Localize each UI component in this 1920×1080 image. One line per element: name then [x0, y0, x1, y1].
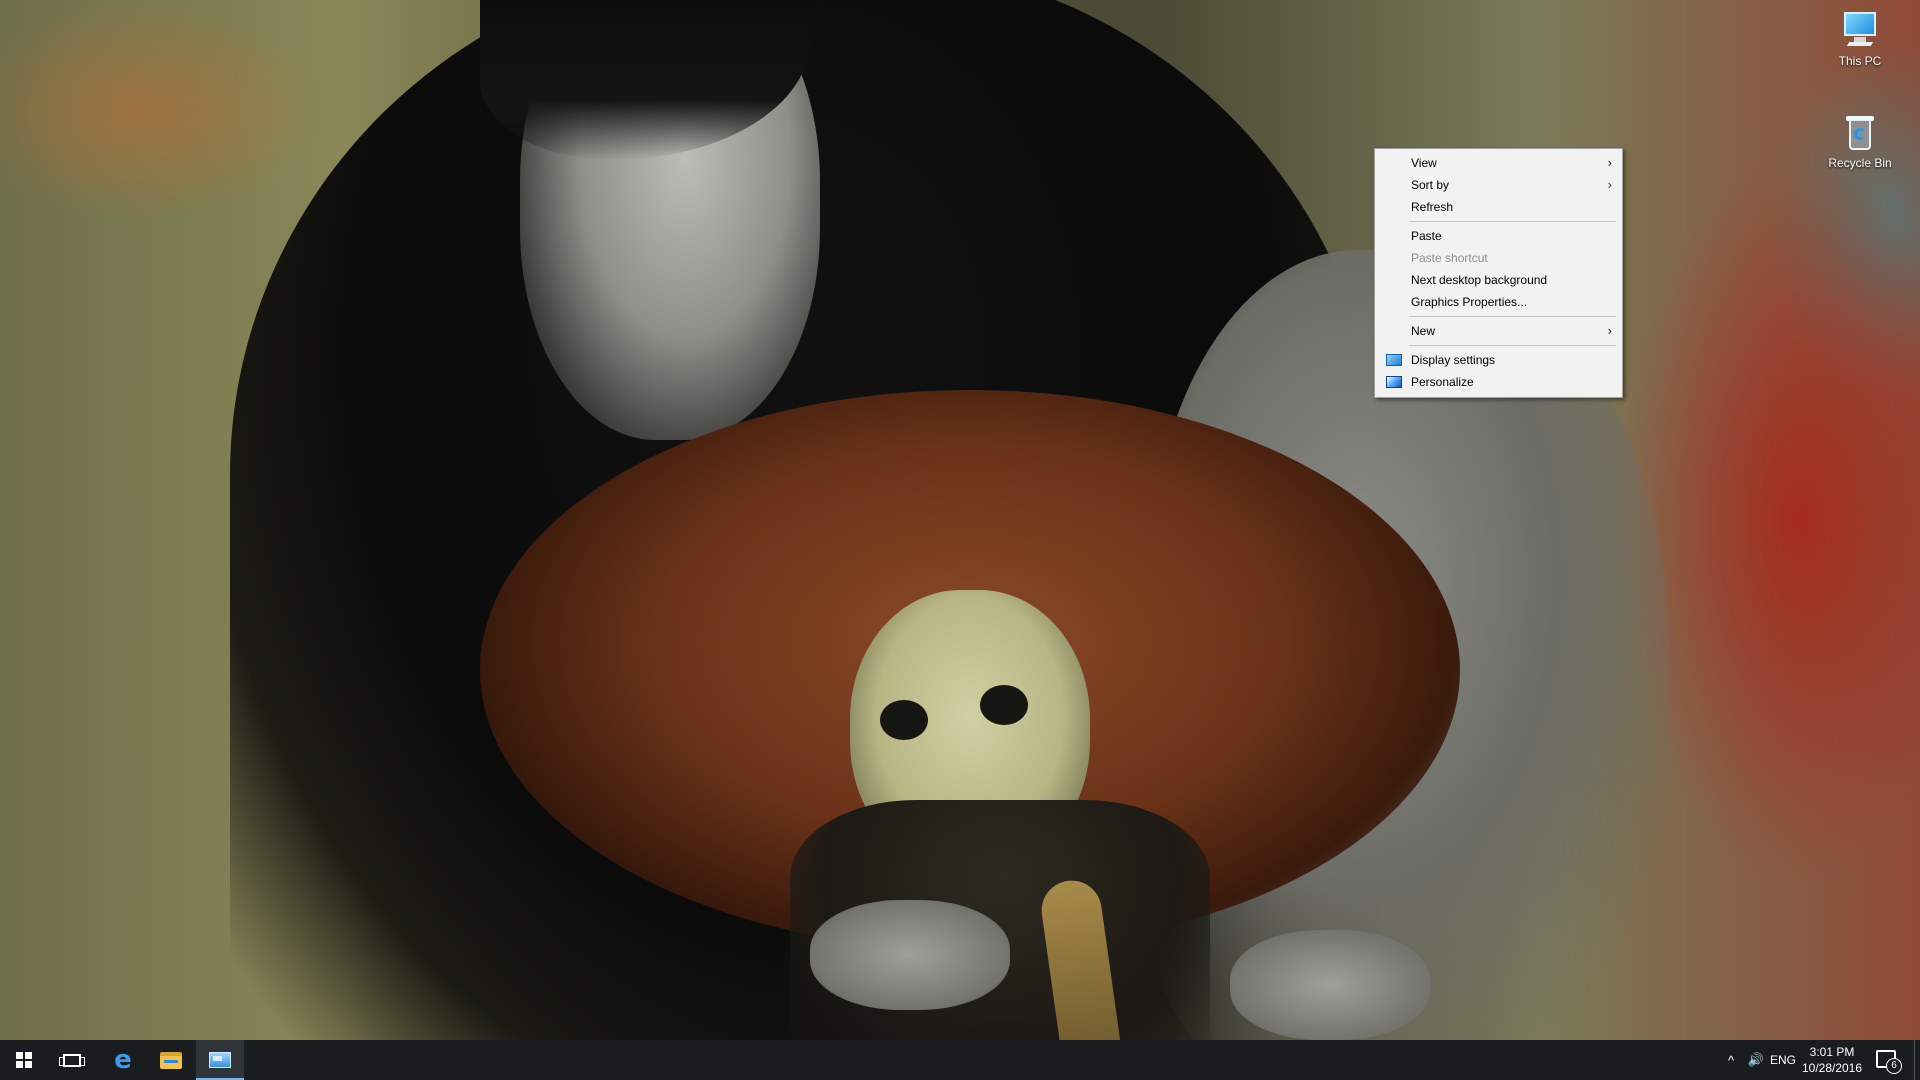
- menu-item-paste[interactable]: Paste: [1377, 225, 1620, 247]
- desktop-icon-this-pc[interactable]: This PC: [1823, 10, 1897, 68]
- menu-item-label: View: [1411, 156, 1437, 170]
- menu-item-label: Next desktop background: [1411, 273, 1548, 287]
- chevron-up-icon: ^: [1727, 1052, 1735, 1068]
- wallpaper-doll-eye: [880, 700, 928, 740]
- clock[interactable]: 3:01 PM 10/28/2016: [1800, 1044, 1864, 1076]
- chevron-right-icon: ›: [1607, 323, 1612, 338]
- app-window-icon: [209, 1052, 231, 1068]
- menu-item-refresh[interactable]: Refresh: [1377, 196, 1620, 218]
- wallpaper-doll-eye: [980, 685, 1028, 725]
- display-settings-icon: [1386, 354, 1402, 366]
- wallpaper-hand-shape: [810, 900, 1010, 1010]
- menu-item-graphics-properties[interactable]: Graphics Properties...: [1377, 291, 1620, 313]
- menu-item-label: Personalize: [1411, 375, 1474, 389]
- chevron-right-icon: ›: [1607, 177, 1612, 192]
- computer-icon: [1840, 10, 1880, 50]
- menu-item-paste-shortcut: Paste shortcut: [1377, 247, 1620, 269]
- windows-logo-icon: [16, 1052, 32, 1068]
- desktop-icon-recycle-bin[interactable]: Recycle Bin: [1823, 112, 1897, 170]
- menu-item-label: Paste shortcut: [1411, 251, 1488, 265]
- desktop-wallpaper: [0, 0, 1920, 1040]
- recycle-bin-icon: [1840, 112, 1880, 152]
- menu-item-label: Refresh: [1411, 200, 1454, 214]
- menu-item-new[interactable]: New ›: [1377, 320, 1620, 342]
- menu-item-label: Paste: [1411, 229, 1442, 243]
- personalize-icon: [1386, 376, 1402, 388]
- menu-item-label: Display settings: [1411, 353, 1496, 367]
- menu-item-next-desktop-background[interactable]: Next desktop background: [1377, 269, 1620, 291]
- menu-separator: [1377, 313, 1620, 320]
- clock-time: 3:01 PM: [1809, 1045, 1855, 1059]
- menu-item-sort-by[interactable]: Sort by ›: [1377, 174, 1620, 196]
- chevron-right-icon: ›: [1607, 155, 1612, 170]
- start-button[interactable]: [0, 1040, 48, 1080]
- language-label: ENG: [1769, 1053, 1796, 1067]
- volume-icon: 🔊: [1747, 1052, 1765, 1067]
- taskbar-edge-button[interactable]: e: [99, 1040, 147, 1080]
- volume-button[interactable]: 🔊: [1744, 1040, 1768, 1080]
- language-indicator[interactable]: ENG: [1768, 1040, 1798, 1080]
- taskbar: e ^ 🔊 ENG 3:01 PM 10/28/2016 6: [0, 1040, 1920, 1080]
- menu-separator: [1377, 342, 1620, 349]
- clock-date: 10/28/2016: [1801, 1061, 1863, 1075]
- taskbar-file-explorer-button[interactable]: [147, 1040, 195, 1080]
- menu-separator: [1377, 218, 1620, 225]
- menu-item-display-settings[interactable]: Display settings: [1377, 349, 1620, 371]
- menu-item-label: Sort by: [1411, 178, 1450, 192]
- show-desktop-button[interactable]: [1914, 1040, 1920, 1080]
- taskbar-active-app-button[interactable]: [196, 1040, 244, 1080]
- wallpaper-hand-shape: [1230, 930, 1430, 1040]
- desktop-icon-label: This PC: [1838, 54, 1882, 68]
- notification-count-badge: 6: [1886, 1058, 1902, 1074]
- show-hidden-icons-button[interactable]: ^: [1720, 1040, 1742, 1080]
- menu-item-view[interactable]: View ›: [1377, 152, 1620, 174]
- menu-item-personalize[interactable]: Personalize: [1377, 371, 1620, 393]
- menu-item-label: Graphics Properties...: [1411, 295, 1528, 309]
- file-explorer-icon: [160, 1051, 182, 1069]
- menu-item-label: New: [1411, 324, 1436, 338]
- desktop-context-menu: View › Sort by › Refresh Paste Paste sho…: [1374, 148, 1623, 398]
- edge-icon: e: [114, 1045, 132, 1075]
- desktop-icon-label: Recycle Bin: [1828, 156, 1892, 170]
- task-view-icon: [59, 1053, 85, 1067]
- task-view-button[interactable]: [48, 1040, 96, 1080]
